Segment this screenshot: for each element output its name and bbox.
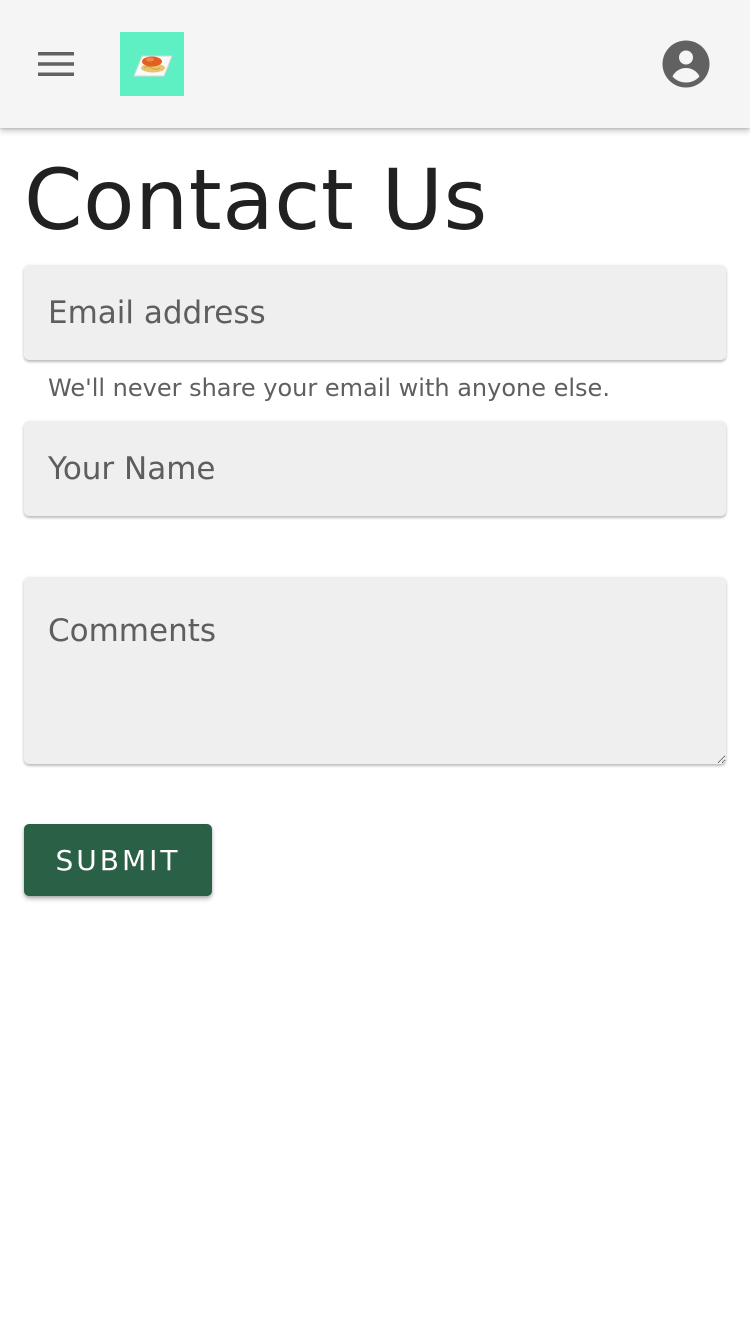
page-title: Contact Us — [24, 151, 488, 249]
submit-button[interactable]: SUBMIT — [24, 824, 212, 896]
comments-field[interactable] — [24, 577, 726, 764]
account-button[interactable] — [658, 36, 714, 92]
food-plate-logo-icon — [133, 55, 173, 77]
email-field[interactable] — [24, 265, 726, 360]
app-bar — [0, 0, 750, 128]
email-helper-text: We'll never share your email with anyone… — [48, 374, 610, 402]
name-field[interactable] — [24, 421, 726, 516]
email-field-container — [24, 265, 726, 360]
comments-field-container — [24, 577, 726, 764]
account-circle-icon — [662, 40, 710, 88]
app-logo[interactable] — [120, 32, 184, 96]
menu-button[interactable] — [26, 40, 86, 88]
name-field-container — [24, 421, 726, 516]
hamburger-menu-icon — [38, 52, 74, 76]
